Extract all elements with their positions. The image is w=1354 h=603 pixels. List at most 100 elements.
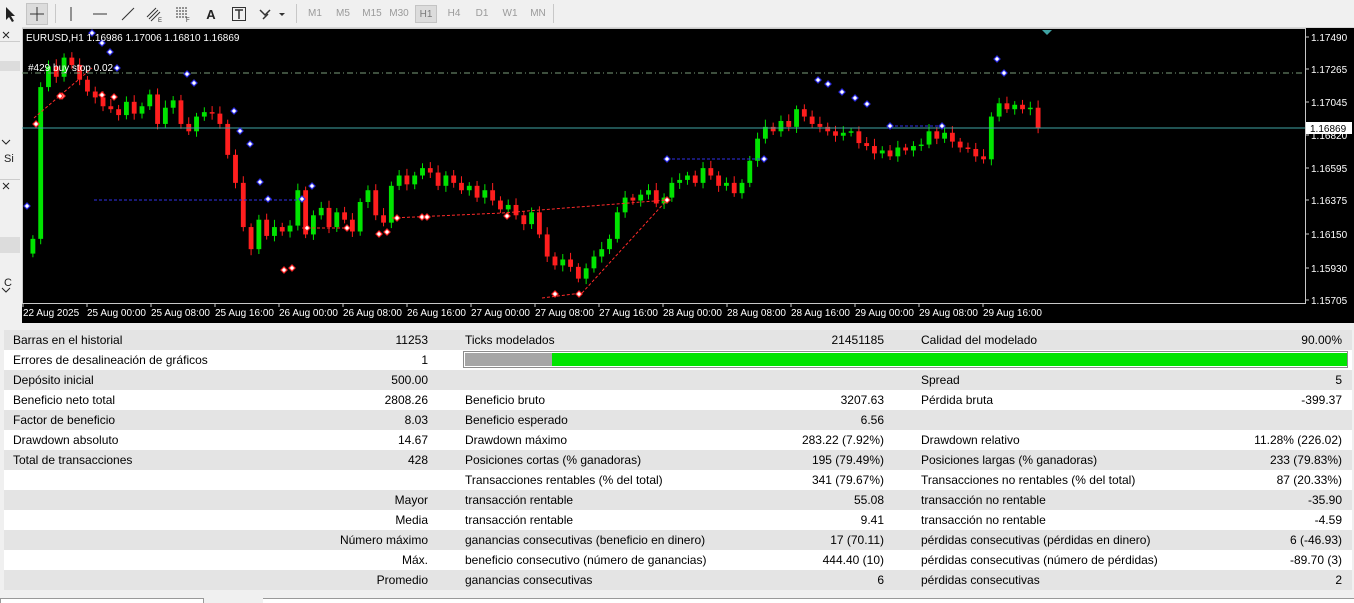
timeframe-h1[interactable]: H1 bbox=[415, 5, 437, 23]
chart-symbol-label: EURUSD,H1 1.16986 1.17006 1.16810 1.1686… bbox=[26, 33, 240, 44]
shapes-icon[interactable] bbox=[256, 3, 288, 25]
price-chart[interactable]: 1.17490 1.17265 1.17045 1.16820 1.16595 1.163… bbox=[22, 28, 1354, 323]
timeframe-d1[interactable]: D1 bbox=[471, 5, 493, 23]
candle-body bbox=[92, 91, 98, 98]
time-tick-label: 26 Aug 00:00 bbox=[279, 308, 338, 319]
timeframe-m15[interactable]: M15 bbox=[359, 5, 385, 23]
candle-body bbox=[887, 150, 893, 157]
candle-body bbox=[505, 204, 511, 210]
report-row: Total de transacciones 428 Posiciones cort… bbox=[4, 450, 1352, 470]
candle-body bbox=[583, 268, 589, 279]
candle-body bbox=[412, 175, 418, 185]
navigator-panel-edge: Si C bbox=[0, 27, 22, 323]
time-tick-label: 26 Aug 16:00 bbox=[407, 308, 466, 319]
close-icon[interactable] bbox=[0, 179, 20, 194]
candle-body bbox=[809, 116, 815, 124]
candle-body bbox=[568, 259, 573, 267]
cursor-icon[interactable] bbox=[1, 3, 21, 25]
trade-line bbox=[501, 199, 668, 214]
scroll-track[interactable] bbox=[0, 61, 20, 71]
report-value: 2808.26 bbox=[384, 393, 428, 407]
candle-body bbox=[1012, 104, 1018, 110]
candle-body bbox=[755, 138, 760, 161]
buy-arrow-icon bbox=[851, 94, 859, 102]
report-value: 283.22 (7.92%) bbox=[801, 433, 884, 447]
candle-body bbox=[248, 227, 254, 250]
report-value bbox=[465, 370, 884, 390]
report-value: 17 (70.11) bbox=[830, 533, 884, 547]
report-value: 1 bbox=[421, 353, 428, 367]
horizontal-line-icon[interactable] bbox=[89, 3, 111, 25]
candle-body bbox=[942, 132, 948, 139]
svg-text:E: E bbox=[158, 18, 162, 23]
report-value bbox=[13, 470, 428, 490]
text-label-icon[interactable] bbox=[228, 3, 250, 25]
time-tick-label: 27 Aug 08:00 bbox=[535, 308, 594, 319]
candle-body bbox=[630, 197, 636, 201]
equidistant-channel-icon[interactable]: E bbox=[144, 3, 166, 25]
chart-toolbar: E F A M1 M5 M15 M30 H1 H4 D1 W1 MN bbox=[0, 0, 1354, 28]
candle-body bbox=[435, 172, 441, 186]
chart-shift-marker-icon bbox=[1042, 30, 1052, 35]
buy-arrow-icon bbox=[246, 140, 254, 148]
text-icon[interactable]: A bbox=[200, 3, 222, 25]
buy-arrow-icon bbox=[1000, 69, 1008, 77]
vertical-line-icon[interactable] bbox=[61, 3, 81, 25]
sell-arrow-icon bbox=[503, 212, 511, 220]
chevron-down-icon[interactable] bbox=[0, 285, 20, 297]
timeframe-mn[interactable]: MN bbox=[527, 5, 549, 23]
buy-arrow-icon bbox=[190, 79, 198, 87]
price-tick-label: 1.15930 bbox=[1311, 264, 1348, 275]
candle-body bbox=[918, 144, 924, 147]
report-value: 11253 bbox=[395, 333, 428, 347]
price-tick-label: 1.16595 bbox=[1311, 164, 1348, 175]
price-tick-label: 1.17265 bbox=[1311, 65, 1348, 76]
candle-body bbox=[373, 190, 379, 216]
timeframe-m30[interactable]: M30 bbox=[387, 5, 411, 23]
candle-body bbox=[692, 175, 698, 183]
crosshair-icon[interactable] bbox=[26, 3, 48, 25]
candle-body bbox=[747, 160, 753, 183]
candle-body bbox=[552, 256, 558, 266]
price-tick-label: 1.17490 bbox=[1311, 33, 1348, 44]
report-value: 21451185 bbox=[831, 333, 885, 347]
candle-body bbox=[513, 204, 519, 216]
fibonacci-icon[interactable]: F bbox=[172, 3, 194, 25]
candle-body bbox=[1020, 104, 1025, 110]
report-row: Mayor transacción rentable 55.08 transacció… bbox=[4, 490, 1352, 510]
close-icon[interactable] bbox=[0, 29, 20, 42]
report-value: 3207.63 bbox=[840, 393, 884, 407]
chart-canvas[interactable]: 1.174901.172651.170451.168201.165951.163… bbox=[22, 28, 1354, 323]
quality-bar-fill bbox=[552, 353, 1347, 366]
timeframe-w1[interactable]: W1 bbox=[499, 5, 521, 23]
candle-body bbox=[108, 106, 114, 110]
modeling-quality-bar bbox=[463, 351, 1348, 368]
buy-arrow-icon bbox=[183, 70, 191, 78]
report-value: Número máximo bbox=[339, 533, 428, 547]
candle-body bbox=[872, 146, 877, 154]
timeframe-m5[interactable]: M5 bbox=[331, 5, 355, 23]
chevron-down-icon[interactable] bbox=[0, 137, 20, 149]
candle-body bbox=[131, 101, 137, 114]
sell-arrow-icon bbox=[375, 230, 383, 238]
report-value: 9.41 bbox=[860, 513, 884, 527]
scroll-track[interactable] bbox=[0, 237, 20, 253]
candle-body bbox=[233, 154, 238, 183]
buy-arrow-icon bbox=[106, 48, 114, 56]
report-value: 2 bbox=[1335, 573, 1342, 587]
timeframe-m1[interactable]: M1 bbox=[303, 5, 327, 23]
candle-body bbox=[934, 131, 940, 139]
candle-body bbox=[474, 185, 480, 198]
candle-body bbox=[311, 215, 316, 235]
report-row: Promedio ganancias consecutivas 6 pérdidas … bbox=[4, 570, 1352, 590]
candle-body bbox=[653, 190, 659, 204]
candle-body bbox=[911, 146, 916, 151]
candle-body bbox=[591, 256, 597, 269]
buy-arrow-icon bbox=[113, 64, 121, 72]
timeframe-h4[interactable]: H4 bbox=[443, 5, 465, 23]
candle-body bbox=[536, 212, 542, 235]
trendline-icon[interactable] bbox=[117, 3, 139, 25]
report-value: 6 bbox=[877, 573, 884, 587]
buy-arrow-icon bbox=[838, 88, 846, 96]
candle-body bbox=[965, 147, 971, 149]
